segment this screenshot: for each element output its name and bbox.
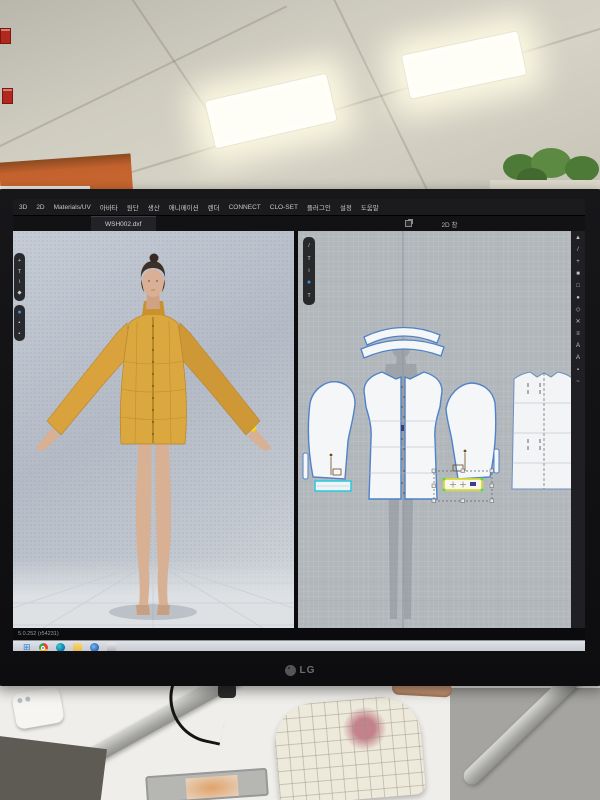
avatar-legs (136, 436, 171, 615)
menu-connect[interactable]: CONNECT (229, 204, 261, 211)
red-wall-sign (2, 88, 13, 104)
photo-of-workstation: 3D 2D Materials/UV 아바타 원단 생산 애니메이션 렌더 CO… (0, 0, 600, 800)
gizmo-icon[interactable]: + (18, 258, 21, 264)
3d-printed-lattice (272, 694, 426, 800)
menu-avatar[interactable]: 아바타 (100, 202, 118, 212)
pinned-app-icon[interactable] (107, 643, 116, 651)
red-wall-sign (0, 28, 11, 44)
ceiling-seam (119, 0, 210, 114)
left-sleeve-piece[interactable] (308, 382, 355, 479)
polygon-tool-icon[interactable]: ■ (576, 271, 580, 278)
avatar-head (141, 254, 165, 310)
lg-logo-text: LG (300, 665, 316, 676)
cuff-strip-piece[interactable] (315, 481, 351, 491)
menu-help[interactable]: 도움말 (361, 202, 379, 212)
measure-tool-icon[interactable]: ~ (576, 379, 580, 386)
status-bar: 5.0.252 (r54231) (13, 628, 585, 640)
garment-icon[interactable]: T (18, 269, 21, 275)
menu-3d[interactable]: 3D (19, 204, 27, 211)
ceiling-light (401, 30, 528, 100)
edit-pattern-icon[interactable]: / (577, 247, 579, 254)
chrome-icon[interactable] (39, 643, 48, 651)
seam-tool-icon[interactable]: ≡ (576, 331, 580, 338)
notch-tool-icon[interactable]: ✕ (575, 319, 580, 326)
add-point-icon[interactable]: + (576, 259, 580, 266)
pin-icon[interactable]: ◆ (17, 290, 21, 296)
menu-animation[interactable]: 애니메이션 (169, 202, 199, 212)
menu-production[interactable]: 생산 (148, 202, 160, 212)
menu-settings[interactable]: 설정 (340, 202, 352, 212)
layer-icon[interactable]: ▪ (19, 331, 21, 337)
circle-tool-icon[interactable]: ● (576, 295, 580, 302)
ceiling-light (204, 72, 338, 149)
menu-bar: 3D 2D Materials/UV 아바타 원단 생산 애니메이션 렌더 CO… (13, 199, 585, 216)
avatar-3d-render[interactable] (13, 231, 294, 628)
3d-toolbar-lower: ● ▪ ▪ (14, 305, 25, 341)
sync-icon[interactable]: ● (17, 310, 21, 316)
desk-shadow (0, 735, 107, 800)
workspace: + T i ◆ ● ▪ ▪ (13, 231, 585, 628)
2d-window-title: 2D 창 (313, 219, 585, 229)
cable (161, 678, 231, 745)
desk (0, 668, 600, 800)
windows-taskbar: ⊞ (13, 640, 585, 651)
edge-icon[interactable] (56, 643, 65, 651)
viewport-2d[interactable]: / T i ● T ▲ / + ■ □ ● ◇ (298, 231, 585, 628)
menu-render[interactable]: 렌더 (208, 202, 220, 212)
menu-clo-set[interactable]: CLO-SET (270, 204, 298, 211)
shirt-icon[interactable]: T (307, 256, 310, 262)
monitor-bezel: LG (0, 662, 600, 678)
document-tab[interactable]: WSH002.dxf (91, 216, 156, 231)
2d-right-toolbar: ▲ / + ■ □ ● ◇ ✕ ≡ A A ▪ ~ (571, 231, 585, 628)
menu-materials-uv[interactable]: Materials/UV (54, 204, 91, 211)
clo-app-icon[interactable] (90, 643, 99, 651)
texture-tool-icon[interactable]: ▪ (577, 367, 579, 374)
white-phone (11, 686, 65, 730)
device-on-desk (145, 768, 269, 800)
menu-2d[interactable]: 2D (36, 204, 44, 211)
menu-fabric[interactable]: 원단 (127, 202, 139, 212)
mode-icon[interactable]: ▪ (19, 320, 21, 326)
rect-tool-icon[interactable]: □ (576, 283, 580, 290)
tab-bar: WSH002.dxf 2D 창 (13, 216, 585, 231)
text-tool-icon[interactable]: A (576, 343, 580, 350)
cursor-tool-icon[interactable]: ▲ (575, 235, 581, 242)
pen-line-icon[interactable]: / (308, 243, 310, 249)
3d-toolbar-upper: + T i ◆ (14, 253, 25, 301)
avatar-shadow (109, 604, 197, 620)
menu-plugin[interactable]: 플러그인 (307, 202, 331, 212)
lg-monitor: 3D 2D Materials/UV 아바타 원단 생산 애니메이션 렌더 CO… (0, 189, 600, 686)
pattern-canvas[interactable] (298, 231, 571, 628)
yellow-jacket[interactable] (47, 301, 260, 444)
info-icon[interactable]: i (308, 268, 309, 274)
clo3d-application: 3D 2D Materials/UV 아바타 원단 생산 애니메이션 렌더 CO… (13, 199, 585, 651)
info-icon[interactable]: i (19, 279, 20, 285)
viewport-3d[interactable]: + T i ◆ ● ▪ ▪ (13, 231, 294, 628)
2d-floating-toolbar: / T i ● T (303, 237, 315, 305)
ceiling-seam (329, 0, 432, 198)
dart-tool-icon[interactable]: ◇ (576, 307, 581, 314)
start-button-icon[interactable]: ⊞ (23, 643, 31, 651)
grading-tool-icon[interactable]: A (576, 355, 580, 362)
ceiling (0, 0, 600, 200)
brush-blue-icon[interactable]: ● (307, 280, 311, 286)
version-text: 5.0.252 (r54231) (18, 631, 59, 637)
shirt-alt-icon[interactable]: T (307, 293, 310, 299)
lg-logo-icon (285, 665, 296, 676)
file-explorer-icon[interactable] (73, 643, 82, 651)
back-panel-piece[interactable] (512, 372, 571, 489)
